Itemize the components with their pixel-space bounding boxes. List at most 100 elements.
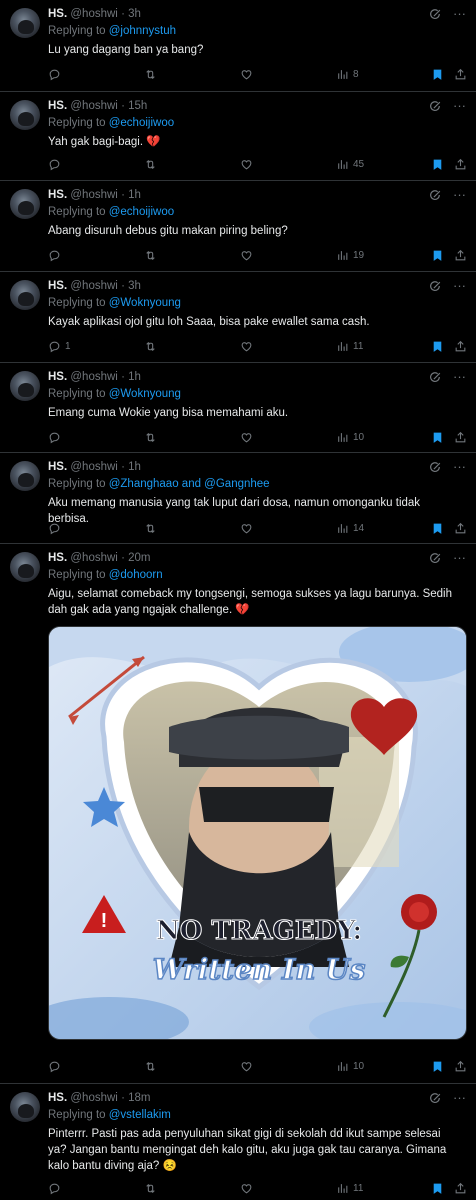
tweet[interactable]: HS. @hoshwi · 3h ··· Replying to @Woknyo…: [0, 272, 476, 363]
mention-link[interactable]: @dohoorn: [109, 569, 163, 581]
mention-link[interactable]: @vstellakim: [109, 1109, 171, 1121]
tweet-image[interactable]: ! NO TRAGEDY: Written In Us: [48, 626, 467, 1040]
user-handle[interactable]: @hoshwi: [70, 280, 117, 292]
grok-icon[interactable]: [429, 8, 442, 21]
timestamp[interactable]: 18m: [128, 1092, 150, 1104]
share-button[interactable]: [454, 429, 467, 445]
display-name[interactable]: HS.: [48, 100, 67, 112]
share-button[interactable]: [454, 1180, 467, 1196]
avatar[interactable]: [10, 280, 40, 310]
retweet-button[interactable]: [144, 1180, 157, 1196]
tweet[interactable]: HS. @hoshwi · 1h ··· Replying to @echoij…: [0, 181, 476, 272]
grok-icon[interactable]: [429, 100, 442, 113]
like-button[interactable]: [240, 156, 253, 172]
more-icon[interactable]: ···: [453, 6, 466, 21]
like-button[interactable]: [240, 520, 253, 536]
like-button[interactable]: [240, 1180, 253, 1196]
views-button[interactable]: 11: [336, 338, 363, 354]
bookmark-button[interactable]: [431, 429, 444, 445]
grok-icon[interactable]: [429, 371, 442, 384]
display-name[interactable]: HS.: [48, 1092, 67, 1104]
grok-icon[interactable]: [429, 1092, 442, 1105]
views-button[interactable]: 10: [336, 429, 364, 445]
retweet-button[interactable]: [144, 247, 157, 263]
retweet-button[interactable]: [144, 338, 157, 354]
views-button[interactable]: 10: [336, 1058, 364, 1074]
share-button[interactable]: [454, 247, 467, 263]
bookmark-button[interactable]: [431, 66, 444, 82]
more-icon[interactable]: ···: [453, 1090, 466, 1105]
display-name[interactable]: HS.: [48, 280, 67, 292]
views-button[interactable]: 8: [336, 66, 359, 82]
tweet[interactable]: HS. @hoshwi · 20m ··· Replying to @dohoo…: [0, 544, 476, 1084]
display-name[interactable]: HS.: [48, 189, 67, 201]
avatar[interactable]: [10, 100, 40, 130]
retweet-button[interactable]: [144, 520, 157, 536]
retweet-button[interactable]: [144, 66, 157, 82]
bookmark-button[interactable]: [431, 338, 444, 354]
share-button[interactable]: [454, 338, 467, 354]
reply-button[interactable]: 1: [48, 338, 71, 354]
mention-link[interactable]: @Zhanghaao: [109, 478, 179, 490]
tweet[interactable]: HS. @hoshwi · 1h ··· Replying to @Zhangh…: [0, 453, 476, 544]
mention-link[interactable]: @echoijiwoo: [109, 117, 174, 129]
avatar[interactable]: [10, 371, 40, 401]
user-handle[interactable]: @hoshwi: [70, 552, 117, 564]
share-button[interactable]: [454, 156, 467, 172]
user-handle[interactable]: @hoshwi: [70, 8, 117, 20]
mention-link[interactable]: @johnnystuh: [109, 25, 176, 37]
mention-link[interactable]: @Woknyoung: [109, 388, 181, 400]
retweet-button[interactable]: [144, 429, 157, 445]
tweet[interactable]: HS. @hoshwi · 18m ··· Replying to @vstel…: [0, 1084, 476, 1200]
grok-icon[interactable]: [429, 280, 442, 293]
display-name[interactable]: HS.: [48, 461, 67, 473]
reply-button[interactable]: [48, 1180, 65, 1196]
like-button[interactable]: [240, 66, 253, 82]
user-handle[interactable]: @hoshwi: [70, 371, 117, 383]
tweet[interactable]: HS. @hoshwi · 15h ··· Replying to @echoi…: [0, 92, 476, 181]
timestamp[interactable]: 3h: [128, 280, 141, 292]
like-button[interactable]: [240, 247, 253, 263]
mention-link[interactable]: @echoijiwoo: [109, 206, 174, 218]
like-button[interactable]: [240, 1058, 253, 1074]
mention-link-extra[interactable]: and @Gangnhee: [179, 478, 270, 490]
user-handle[interactable]: @hoshwi: [70, 189, 117, 201]
avatar[interactable]: [10, 1092, 40, 1122]
reply-button[interactable]: [48, 429, 65, 445]
tweet[interactable]: HS. @hoshwi · 3h ··· Replying to @johnny…: [0, 0, 476, 92]
reply-button[interactable]: [48, 247, 65, 263]
bookmark-button[interactable]: [431, 156, 444, 172]
more-icon[interactable]: ···: [453, 459, 466, 474]
share-button[interactable]: [454, 66, 467, 82]
reply-button[interactable]: [48, 1058, 65, 1074]
grok-icon[interactable]: [429, 552, 442, 565]
like-button[interactable]: [240, 429, 253, 445]
timestamp[interactable]: 1h: [128, 189, 141, 201]
bookmark-button[interactable]: [431, 520, 444, 536]
timestamp[interactable]: 1h: [128, 461, 141, 473]
views-button[interactable]: 11: [336, 1180, 363, 1196]
more-icon[interactable]: ···: [453, 98, 466, 113]
share-button[interactable]: [454, 1058, 467, 1074]
grok-icon[interactable]: [429, 461, 442, 474]
display-name[interactable]: HS.: [48, 552, 67, 564]
bookmark-button[interactable]: [431, 1058, 444, 1074]
more-icon[interactable]: ···: [453, 278, 466, 293]
views-button[interactable]: 14: [336, 520, 364, 536]
retweet-button[interactable]: [144, 1058, 157, 1074]
avatar[interactable]: [10, 461, 40, 491]
user-handle[interactable]: @hoshwi: [70, 461, 117, 473]
timestamp[interactable]: 15h: [128, 100, 147, 112]
user-handle[interactable]: @hoshwi: [70, 1092, 117, 1104]
display-name[interactable]: HS.: [48, 8, 67, 20]
bookmark-button[interactable]: [431, 1180, 444, 1196]
avatar[interactable]: [10, 8, 40, 38]
more-icon[interactable]: ···: [453, 550, 466, 565]
tweet[interactable]: HS. @hoshwi · 1h ··· Replying to @Woknyo…: [0, 363, 476, 453]
user-handle[interactable]: @hoshwi: [70, 100, 117, 112]
retweet-button[interactable]: [144, 156, 157, 172]
share-button[interactable]: [454, 520, 467, 536]
views-button[interactable]: 45: [336, 156, 364, 172]
bookmark-button[interactable]: [431, 247, 444, 263]
more-icon[interactable]: ···: [453, 369, 466, 384]
